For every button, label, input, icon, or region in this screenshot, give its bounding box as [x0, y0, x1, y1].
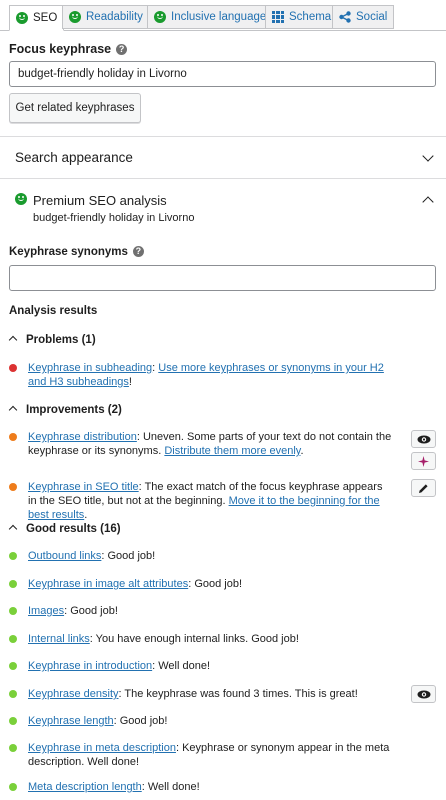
tab-readability-label: Readability — [86, 11, 143, 23]
problems-heading-text: Problems (1) — [26, 334, 96, 346]
ai-optimize-button[interactable] — [411, 452, 436, 470]
edit-button[interactable] — [411, 479, 436, 497]
list-item: Keyphrase in SEO title: The exact match … — [28, 480, 393, 522]
list-item: Outbound links: Good job! — [28, 549, 393, 563]
list-item: Keyphrase in image alt attributes: Good … — [28, 577, 393, 591]
good-bullet-icon — [9, 580, 17, 588]
share-icon — [339, 11, 351, 23]
list-item: Keyphrase in introduction: Well done! — [28, 659, 393, 673]
good-results-heading-text: Good results (16) — [26, 523, 121, 535]
item-text: : Good job! — [188, 578, 243, 590]
good-bullet-icon — [9, 744, 17, 752]
keyphrase-in-subheading-link[interactable]: Keyphrase in subheading — [28, 362, 152, 374]
chevron-up-icon — [8, 405, 18, 415]
get-related-keyphrases-button[interactable]: Get related keyphrases — [9, 93, 141, 123]
chevron-up-icon — [8, 335, 18, 345]
sparkle-icon — [418, 455, 429, 467]
images-link[interactable]: Images — [28, 605, 64, 617]
improvement-bullet-icon — [9, 483, 17, 491]
tab-schema[interactable]: Schema — [265, 5, 339, 29]
good-bullet-icon — [9, 717, 17, 725]
premium-seo-analysis-keyphrase: budget-friendly holiday in Livorno — [33, 212, 195, 224]
item-text: : Well done! — [152, 660, 211, 672]
keyphrase-density-link[interactable]: Keyphrase density — [28, 688, 119, 700]
smiley-good-icon — [15, 193, 27, 205]
item-text: . — [300, 445, 304, 457]
premium-seo-analysis-title: Premium SEO analysis — [33, 193, 167, 208]
list-item: Keyphrase distribution: Uneven. Some par… — [28, 430, 393, 458]
divider — [0, 178, 446, 179]
keyphrase-length-link[interactable]: Keyphrase length — [28, 715, 114, 727]
improvements-heading[interactable]: Improvements (2) — [8, 404, 122, 416]
problems-heading[interactable]: Problems (1) — [8, 334, 96, 346]
keyphrase-synonyms-input[interactable] — [9, 265, 436, 291]
good-bullet-icon — [9, 690, 17, 698]
tab-seo[interactable]: SEO — [9, 5, 65, 31]
list-item: Keyphrase length: Good job! — [28, 714, 393, 728]
tab-social-label: Social — [356, 11, 388, 23]
list-item: Keyphrase in meta description: Keyphrase… — [28, 741, 393, 769]
chevron-up-icon — [422, 196, 434, 208]
good-results-heading[interactable]: Good results (16) — [8, 523, 121, 535]
internal-links-link[interactable]: Internal links — [28, 633, 90, 645]
keyphrase-synonyms-label-text: Keyphrase synonyms — [9, 246, 128, 258]
good-bullet-icon — [9, 635, 17, 643]
search-appearance-title: Search appearance — [15, 150, 133, 165]
outbound-links-link[interactable]: Outbound links — [28, 550, 101, 562]
metabox-tabs: SEO Readability Inclusive language Schem… — [0, 0, 446, 31]
highlight-eye-button[interactable] — [411, 430, 436, 448]
smiley-good-icon — [16, 12, 28, 24]
keyphrase-in-image-alt-link[interactable]: Keyphrase in image alt attributes — [28, 578, 188, 590]
smiley-good-icon — [154, 11, 166, 23]
eye-icon — [417, 435, 430, 443]
keyphrase-in-seo-title-link[interactable]: Keyphrase in SEO title — [28, 481, 139, 493]
item-text: : You have enough internal links. Good j… — [89, 633, 299, 645]
problem-bullet-icon — [9, 364, 17, 372]
item-text: : The keyphrase was found 3 times. This … — [118, 688, 358, 700]
tab-seo-label: SEO — [33, 12, 58, 24]
item-text: : Well done! — [141, 781, 200, 793]
grid-icon — [272, 11, 284, 23]
pencil-icon — [419, 483, 428, 493]
help-icon[interactable]: ? — [116, 44, 128, 55]
keyphrase-in-introduction-link[interactable]: Keyphrase in introduction — [28, 660, 152, 672]
highlight-eye-button[interactable] — [411, 685, 436, 703]
tab-social[interactable]: Social — [332, 5, 395, 29]
focus-keyphrase-label: Focus keyphrase? — [9, 42, 128, 56]
chevron-up-icon — [8, 524, 18, 534]
item-text: ! — [128, 376, 132, 388]
list-item: Meta description length: Well done! — [28, 780, 393, 794]
item-text: : Good job! — [101, 550, 156, 562]
chevron-down-icon — [422, 150, 434, 162]
focus-keyphrase-label-text: Focus keyphrase — [9, 42, 112, 56]
focus-keyphrase-input[interactable]: budget-friendly holiday in Livorno — [9, 61, 436, 87]
keyphrase-distribution-link[interactable]: Keyphrase distribution — [28, 431, 137, 443]
meta-description-length-link[interactable]: Meta description length — [28, 781, 142, 793]
tab-readability[interactable]: Readability — [62, 5, 150, 29]
keyphrase-synonyms-label: Keyphrase synonyms? — [9, 246, 144, 258]
list-item: Images: Good job! — [28, 604, 393, 618]
item-text: : Good job! — [113, 715, 168, 727]
good-bullet-icon — [9, 607, 17, 615]
good-bullet-icon — [9, 552, 17, 560]
keyphrase-in-meta-description-link[interactable]: Keyphrase in meta description — [28, 742, 176, 754]
tab-inclusive-language-label: Inclusive language — [171, 11, 267, 23]
help-icon[interactable]: ? — [132, 246, 144, 257]
improvements-heading-text: Improvements (2) — [26, 404, 122, 416]
list-item: Internal links: You have enough internal… — [28, 632, 393, 646]
divider — [0, 136, 446, 137]
good-bullet-icon — [9, 662, 17, 670]
tab-schema-label: Schema — [289, 11, 332, 23]
list-item: Keyphrase density: The keyphrase was fou… — [28, 687, 393, 701]
improvement-bullet-icon — [9, 433, 17, 441]
smiley-good-icon — [69, 11, 81, 23]
eye-icon — [417, 690, 430, 698]
distribute-evenly-link[interactable]: Distribute them more evenly — [164, 445, 300, 457]
list-item: Keyphrase in subheading: Use more keyphr… — [28, 361, 393, 389]
analysis-results-heading: Analysis results — [9, 305, 98, 317]
tab-inclusive-language[interactable]: Inclusive language — [147, 5, 274, 29]
good-bullet-icon — [9, 783, 17, 791]
item-text: : Good job! — [64, 605, 118, 617]
item-text: . — [84, 509, 88, 521]
